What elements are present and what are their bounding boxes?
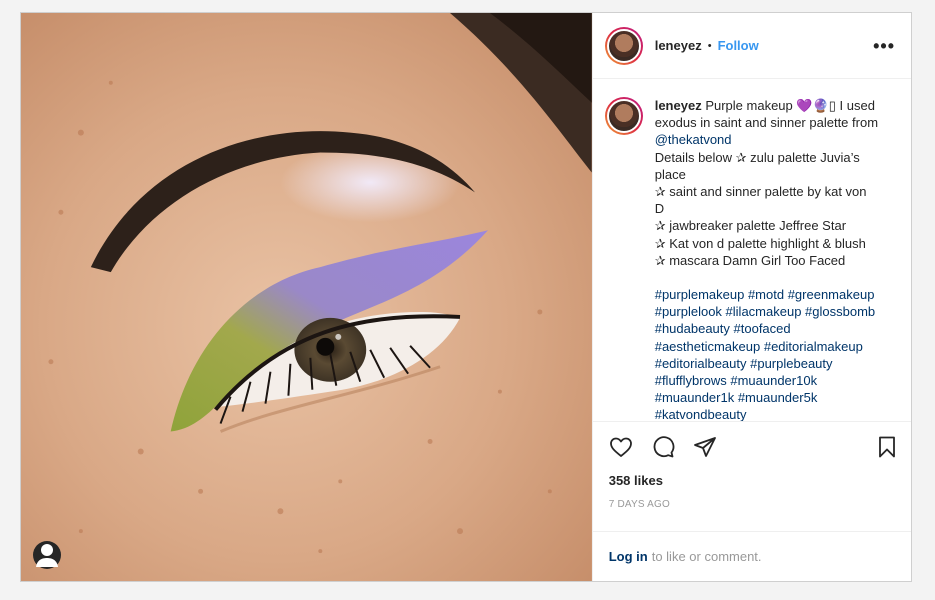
caption-avatar[interactable]	[604, 97, 643, 135]
likes-count[interactable]: 358 likes	[593, 471, 911, 493]
login-prompt: Log in to like or comment.	[592, 531, 911, 581]
caption-area: leneyez Purple makeup 💜🔮▯ I used exodus …	[593, 79, 911, 421]
post-header: leneyez • Follow •••	[592, 13, 911, 79]
hashtag-line[interactable]: #aestheticmakeup #editorialmakeup	[655, 338, 878, 355]
post-timestamp[interactable]: 7 DAYS AGO	[593, 493, 911, 531]
follow-button[interactable]: Follow	[718, 38, 759, 53]
eye-makeup-photo	[21, 13, 592, 581]
hashtag-line[interactable]: #hudabeauty #toofaced	[655, 320, 878, 337]
instagram-post: leneyez • Follow ••• leneyez Purple make…	[20, 12, 912, 582]
details-line: ✰ jawbreaker palette Jeffree Star	[654, 218, 847, 234]
hashtag-line[interactable]: #katvondbeauty	[655, 406, 878, 421]
details-line: ✰ Kat von d palette highlight & blush	[654, 235, 866, 251]
caption-username[interactable]: leneyez	[655, 98, 702, 113]
username-link[interactable]: leneyez	[655, 38, 702, 53]
hashtag-line[interactable]: #purplemakeup #motd #greenmakeup	[655, 286, 878, 303]
post-photo[interactable]	[21, 13, 592, 581]
hashtag-line[interactable]: #muaunder1k #muaunder5k	[655, 389, 878, 406]
post-side-panel: leneyez • Follow ••• leneyez Purple make…	[591, 13, 911, 581]
details-line: D	[654, 201, 665, 217]
details-line: Details below ✰ zulu palette Juvia’s	[654, 149, 860, 165]
user-tag-icon[interactable]	[33, 541, 61, 569]
hashtags: #purplemakeup #motd #greenmakeup #purple…	[655, 286, 878, 421]
comment-icon[interactable]	[651, 435, 675, 459]
caption-line: Purple makeup 💜🔮▯ I used	[701, 98, 875, 113]
more-options-icon[interactable]: •••	[873, 37, 895, 55]
bookmark-icon[interactable]	[875, 435, 899, 459]
details-line: ✰ saint and sinner palette by kat von	[654, 184, 867, 200]
details-line: place	[654, 166, 686, 182]
share-icon[interactable]	[693, 435, 717, 459]
heart-icon[interactable]	[609, 435, 633, 459]
hashtag-line[interactable]: #editorialbeauty #purplebeauty	[655, 355, 878, 372]
login-link[interactable]: Log in	[609, 549, 648, 564]
hashtag-line[interactable]: #flufflybrows #muaunder10k	[655, 372, 878, 389]
avatar[interactable]	[604, 26, 643, 65]
action-bar	[592, 421, 911, 471]
caption-text: leneyez Purple makeup 💜🔮▯ I used exodus …	[655, 97, 878, 421]
hashtag-line[interactable]: #purplelook #lilacmakeup #glossbomb	[655, 303, 878, 320]
separator-dot: •	[707, 39, 712, 52]
login-suffix: to like or comment.	[651, 549, 762, 564]
details-line: ✰ mascara Damn Girl Too Faced	[654, 252, 846, 268]
mention-link[interactable]: @thekatvond	[655, 131, 878, 148]
caption-line: exodus in saint and sinner palette from	[654, 115, 879, 131]
